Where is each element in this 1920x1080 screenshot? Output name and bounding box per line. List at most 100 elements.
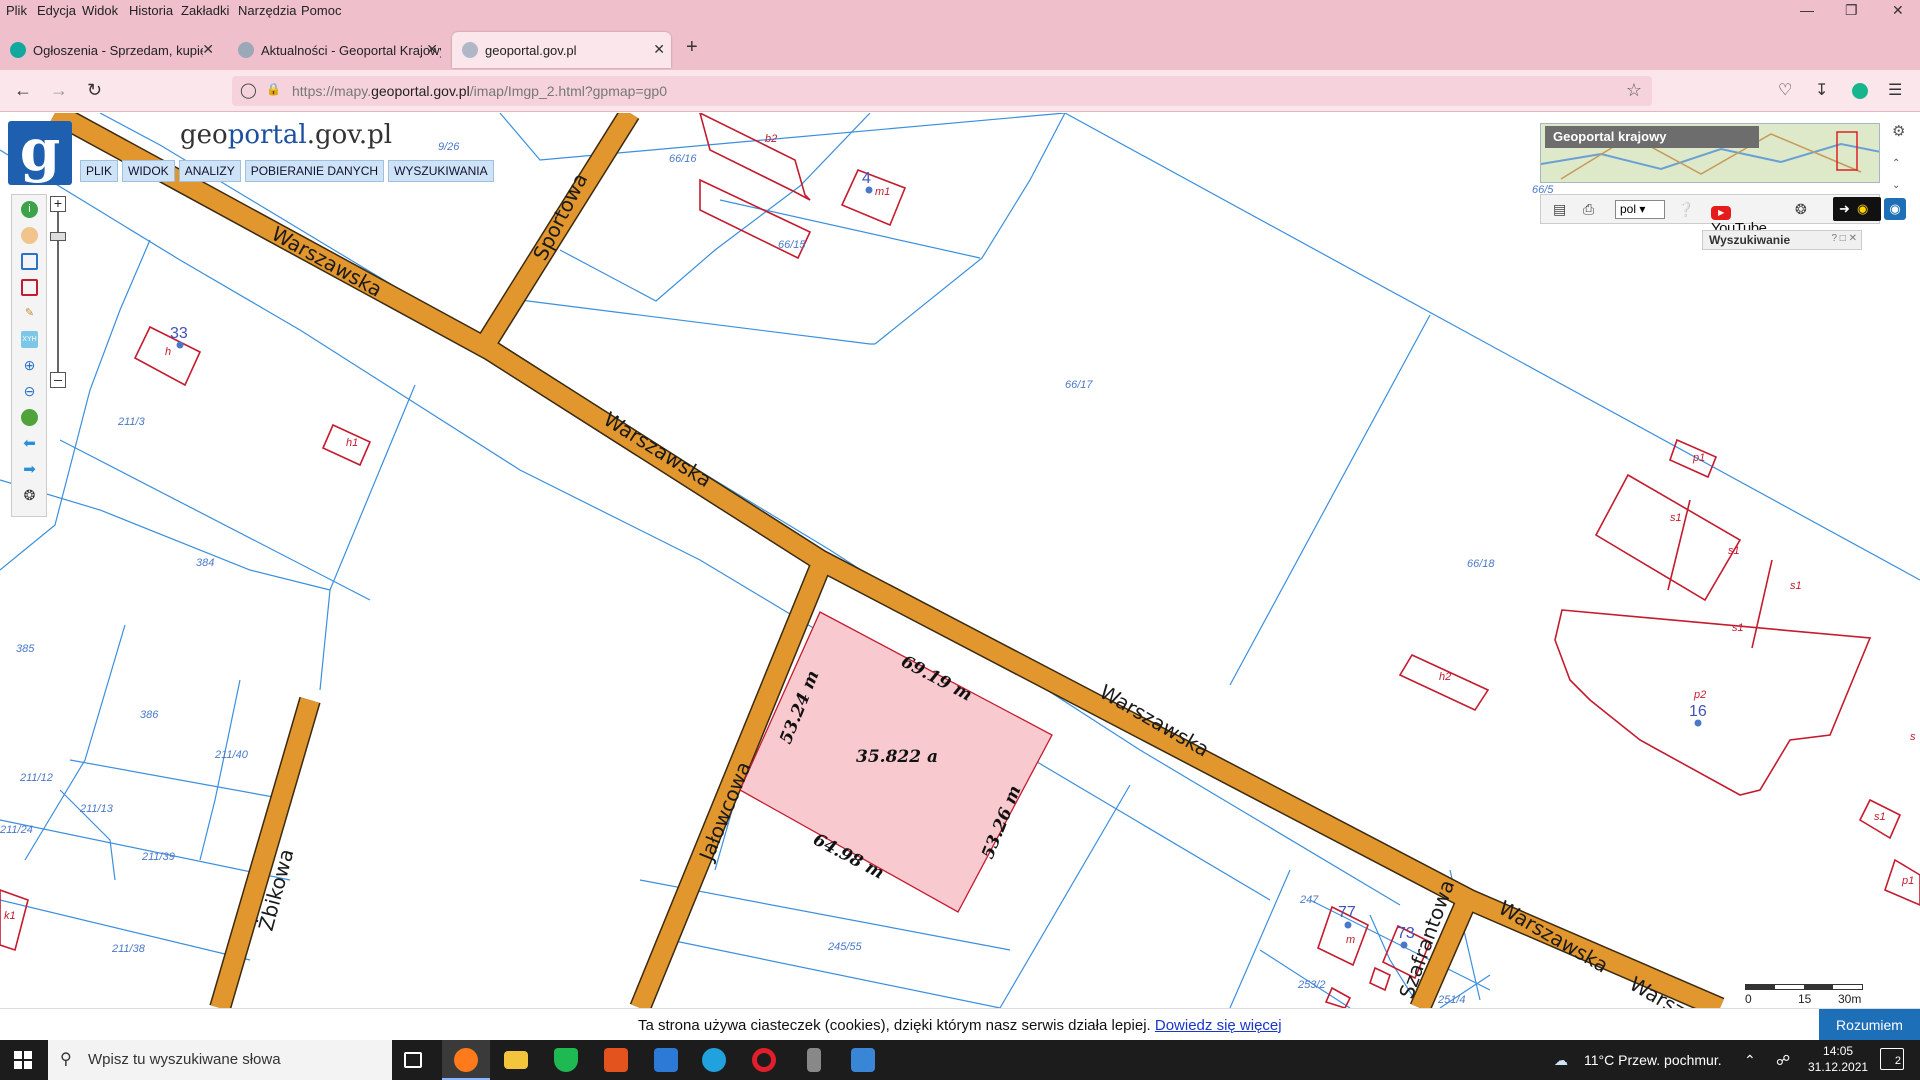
zoom-in-icon[interactable]: ⊕ — [21, 357, 38, 374]
pencil-icon[interactable]: ✎ — [21, 305, 38, 322]
zoom-minus-icon[interactable]: – — [50, 372, 66, 388]
tab-close-icon[interactable]: ✕ — [426, 41, 438, 58]
building-label: s1 — [1728, 545, 1740, 557]
grammarly-icon[interactable] — [1852, 83, 1868, 99]
help-icon[interactable]: ❔ — [1677, 201, 1694, 218]
notifications-icon[interactable]: 2 — [1880, 1048, 1904, 1070]
restore-icon[interactable]: ❐ — [1845, 2, 1858, 19]
menu-tools[interactable]: Narzędzia — [238, 3, 297, 18]
gear-icon[interactable]: ⚙ — [1892, 122, 1905, 140]
legend-icon[interactable]: ▤ — [1553, 201, 1566, 218]
select-area-icon[interactable] — [21, 279, 38, 296]
app-icon[interactable] — [807, 1048, 821, 1072]
windows-start-icon[interactable] — [14, 1051, 32, 1069]
close-window-icon[interactable]: ✕ — [1892, 2, 1904, 19]
accessibility-wheel-icon[interactable]: ❂ — [1795, 201, 1807, 218]
search-panel-title: Wyszukiwanie — [1709, 233, 1791, 247]
address-point — [1694, 719, 1702, 727]
zoom-box-icon[interactable] — [21, 253, 38, 270]
shield-icon[interactable]: ◯ — [240, 81, 257, 99]
cookie-accept-button[interactable]: Rozumiem — [1819, 1009, 1920, 1041]
menu-file[interactable]: Plik — [6, 3, 27, 18]
menu-edit[interactable]: Edycja — [37, 3, 76, 18]
hamburger-menu-icon[interactable]: ☰ — [1888, 80, 1902, 100]
zoom-handle[interactable] — [50, 232, 66, 241]
street-label: Warszawska — [268, 221, 387, 301]
high-contrast-button[interactable]: ➜ ◉ — [1833, 197, 1881, 221]
settings-wheel-icon[interactable]: ❂ — [21, 487, 38, 504]
xyh-coordinates-icon[interactable]: XYH — [21, 331, 38, 348]
url-text[interactable]: https://mapy.geoportal.gov.pl/imap/Imgp_… — [292, 83, 667, 99]
tab-close-icon[interactable]: ✕ — [653, 41, 665, 58]
menu-analizy[interactable]: ANALIZY — [178, 160, 241, 182]
previous-view-icon[interactable]: ⬅ — [21, 435, 38, 452]
zoom-out-icon[interactable]: ⊖ — [21, 383, 38, 400]
store-icon[interactable] — [654, 1048, 678, 1072]
menu-bookmarks[interactable]: Zakładki — [181, 3, 229, 18]
cadastral-map: 35.822 a 69.19 m 53.24 m 53.26 m 64.98 m… — [0, 113, 1920, 1008]
panel-controls-icon[interactable]: ? □ ✕ — [1831, 233, 1857, 244]
geoportal-logo[interactable]: g — [8, 121, 72, 185]
info-icon[interactable]: i — [21, 201, 38, 218]
building-label: s1 — [1790, 580, 1802, 592]
tab-aktualnosci[interactable]: Aktualności - Geoportal Krajowy ✕ — [228, 32, 444, 68]
parcel-number: 66/15 — [778, 239, 806, 251]
menu-history[interactable]: Historia — [129, 3, 173, 18]
search-panel-header[interactable]: Wyszukiwanie ? □ ✕ — [1702, 230, 1862, 250]
collapse-icon[interactable]: ⌃ — [1892, 158, 1900, 169]
security-shield-icon[interactable] — [554, 1048, 578, 1072]
chevron-up-icon[interactable]: ⌃ — [1744, 1052, 1756, 1069]
menu-plik[interactable]: PLIK — [80, 160, 119, 182]
parcel-number: 211/12 — [19, 772, 53, 784]
task-view-icon[interactable] — [404, 1052, 422, 1068]
opera-icon[interactable] — [752, 1048, 776, 1072]
print-icon[interactable]: ⎙ — [1583, 201, 1594, 218]
calculator-icon[interactable] — [851, 1048, 875, 1072]
back-icon[interactable]: ← — [14, 80, 32, 101]
overview-map[interactable]: Geoportal krajowy — [1540, 123, 1880, 183]
zoom-slider[interactable]: + – — [50, 196, 66, 388]
network-icon[interactable]: ☍ — [1776, 1052, 1790, 1069]
pan-hand-icon[interactable] — [21, 227, 38, 244]
minimize-icon[interactable]: — — [1800, 2, 1814, 18]
address-bar[interactable]: ◯ 🔒 https://mapy.geoportal.gov.pl/imap/I… — [232, 76, 1652, 106]
firefox-icon[interactable] — [454, 1048, 478, 1072]
next-view-icon[interactable]: ➡ — [21, 461, 38, 478]
cookie-more-link[interactable]: Dowiedz się więcej — [1155, 1017, 1282, 1034]
map-canvas[interactable]: 35.822 a 69.19 m 53.24 m 53.26 m 64.98 m… — [0, 113, 1920, 1008]
office-icon[interactable] — [604, 1048, 628, 1072]
menu-widok[interactable]: WIDOK — [122, 160, 175, 182]
address-point — [1344, 921, 1352, 929]
address-number: 33 — [170, 325, 188, 342]
file-explorer-icon[interactable] — [504, 1051, 528, 1069]
tab-close-icon[interactable]: ✕ — [202, 41, 214, 58]
scale-bar-graphic — [1745, 984, 1863, 990]
lock-icon[interactable]: 🔒 — [266, 82, 281, 96]
forward-icon[interactable]: → — [50, 80, 68, 101]
youtube-link[interactable]: ▶YouTube — [1711, 200, 1783, 237]
tab-geoportal[interactable]: geoportal.gov.pl ✕ — [452, 32, 671, 68]
edge-icon[interactable] — [702, 1048, 726, 1072]
view-toggle-icon[interactable]: ◉ — [1884, 198, 1906, 220]
menu-wyszukiwania[interactable]: WYSZUKIWANIA — [388, 160, 494, 182]
full-extent-icon[interactable] — [21, 409, 38, 426]
zoom-plus-icon[interactable]: + — [50, 196, 66, 212]
menu-pobieranie-danych[interactable]: POBIERANIE DANYCH — [244, 160, 385, 182]
parcel-number: 385 — [16, 643, 35, 655]
download-icon[interactable]: ↧ — [1815, 80, 1828, 100]
pocket-icon[interactable]: ♡ — [1778, 80, 1792, 100]
bookmark-star-icon[interactable]: ☆ — [1626, 80, 1642, 101]
expand-icon[interactable]: ⌄ — [1892, 180, 1900, 191]
new-tab-icon[interactable]: + — [686, 36, 698, 59]
date-text: 31.12.2021 — [1808, 1060, 1869, 1074]
building-label: s1 — [1670, 512, 1682, 524]
tab-ogloszenia[interactable]: Ogłoszenia - Sprzedam, kupię n ✕ — [0, 32, 220, 68]
menu-help[interactable]: Pomoc — [301, 3, 341, 18]
clock[interactable]: 14:05 31.12.2021 — [1808, 1043, 1868, 1075]
geoportal-favicon-icon — [238, 42, 254, 58]
menu-view[interactable]: Widok — [82, 3, 118, 18]
weather-text[interactable]: 11°C Przew. pochmur. — [1584, 1052, 1722, 1068]
language-select[interactable]: pol ▾ — [1615, 200, 1665, 219]
reload-icon[interactable]: ↻ — [87, 80, 102, 101]
taskbar-search[interactable]: ⚲ Wpisz tu wyszukiwane słowa — [48, 1040, 392, 1080]
